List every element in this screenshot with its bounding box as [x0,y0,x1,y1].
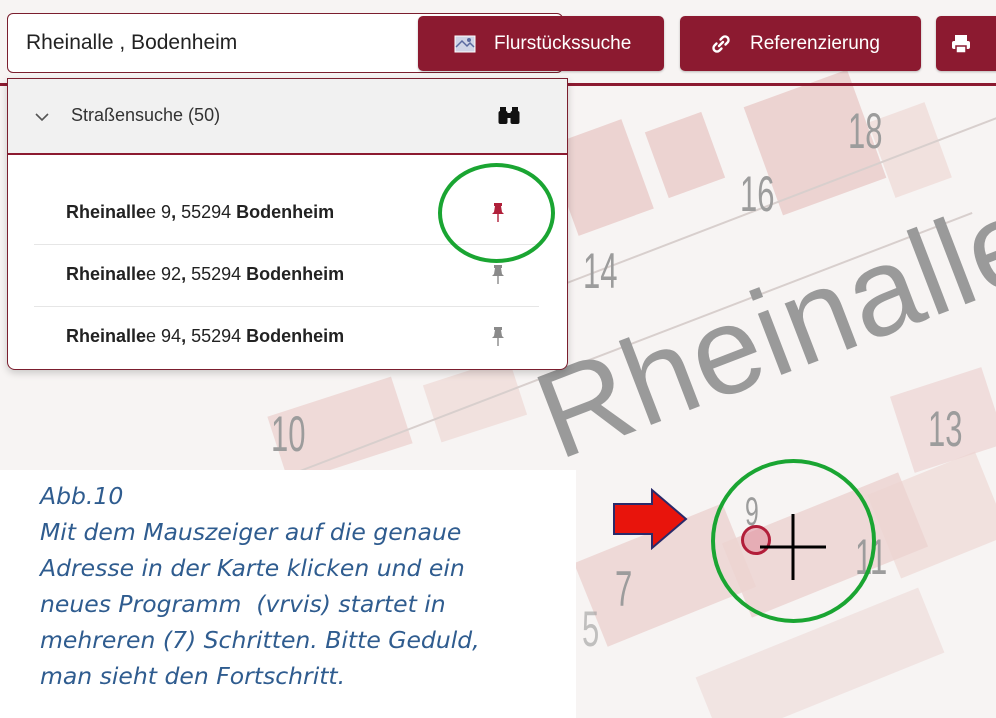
annotation-line: Adresse in der Karte klicken und ein [40,554,465,582]
annotation-line: neues Programm (vrvis) startet in [40,590,446,618]
result-address: Rheinallee 9, 55294 Bodenheim [66,202,335,222]
annotation-line: Mit dem Mauszeiger auf die genaue [40,518,462,546]
result-address: Rheinallee 94, 55294 Bodenheim [66,326,345,346]
result-address: Rheinallee 92, 55294 Bodenheim [66,264,345,284]
street-search-section-header[interactable]: Straßensuche (50) [8,79,567,155]
flurstueckssuche-button[interactable]: Flurstückssuche [418,16,664,71]
binoculars-icon[interactable] [498,105,520,130]
section-title: Straßensuche (50) [71,105,221,125]
print-icon [950,33,972,55]
referenzierung-label: Referenzierung [750,32,880,54]
link-icon [710,33,732,55]
house-number: 10 [271,406,306,462]
flurstueckssuche-label: Flurstückssuche [494,32,632,54]
chevron-down-icon[interactable] [35,109,49,127]
list-item[interactable]: Rheinallee 94, 55294 Bodenheim [34,306,539,368]
house-number: 18 [848,103,883,159]
house-number: 14 [583,243,618,299]
search-input[interactable] [26,28,406,58]
crosshair-cursor-icon [758,512,828,587]
house-number: 16 [740,166,775,222]
pin-icon[interactable] [490,264,506,291]
referenzierung-button[interactable]: Referenzierung [680,16,921,71]
annotation-title: Abb.10 [40,482,124,510]
house-number: 7 [615,561,633,617]
arrow-right-icon [612,487,688,555]
map-search-icon [454,35,476,53]
annotation-text: Abb.10 Mit dem Mauszeiger auf die genaue… [40,478,560,694]
annotation-line: mehreren (7) Schritten. Bitte Geduld, [40,626,480,654]
house-number: 5 [582,601,600,657]
pin-icon[interactable] [490,326,506,353]
highlight-ring [438,163,555,263]
map-parcel [422,357,528,443]
map-parcel [644,111,726,199]
house-number: 13 [928,401,963,457]
print-button[interactable] [936,16,996,71]
annotation-line: man sieht den Fortschritt. [40,662,346,690]
